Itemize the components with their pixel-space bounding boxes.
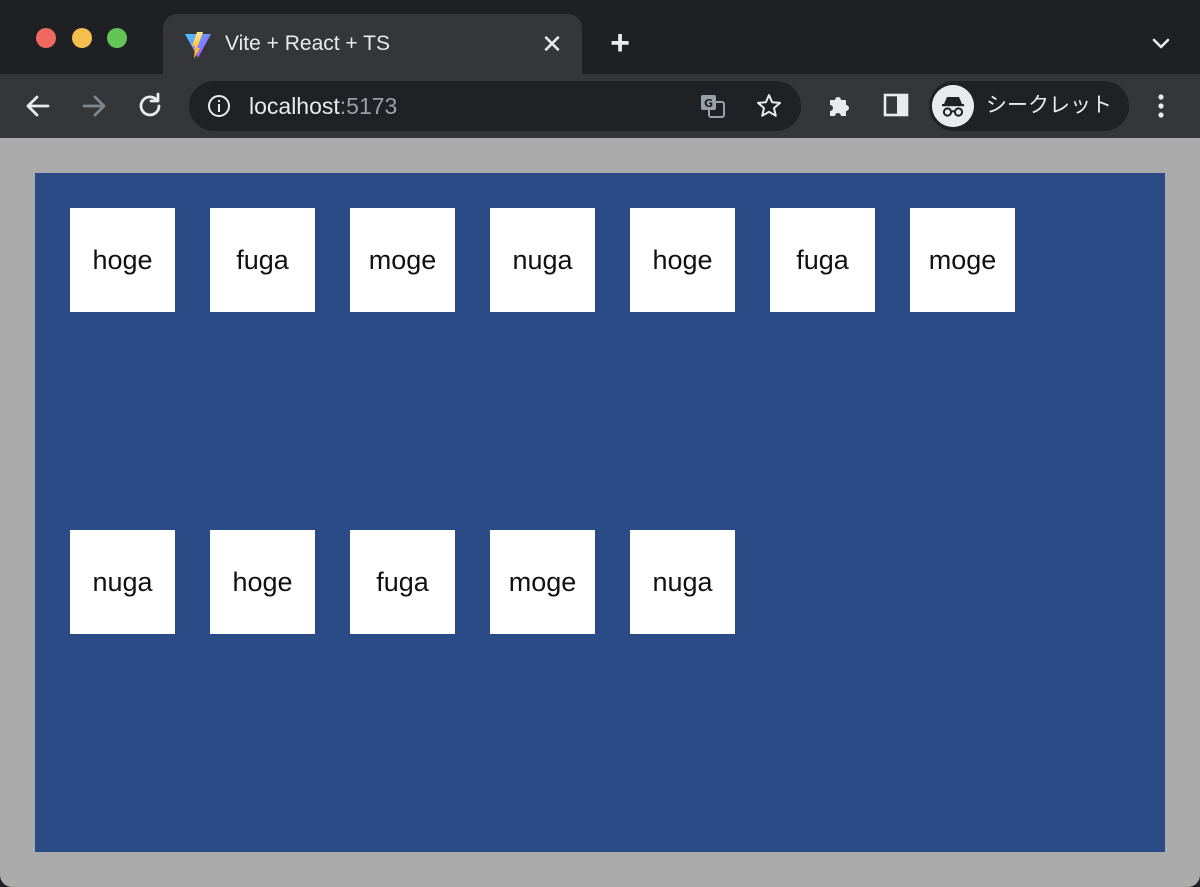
- item-card: hoge: [70, 208, 175, 312]
- url-port: :5173: [339, 93, 398, 119]
- app-container: hoge fuga moge nuga hoge fuga moge nuga …: [35, 173, 1165, 852]
- incognito-icon: [932, 85, 974, 127]
- tab-search-chevron-down-icon[interactable]: [1148, 30, 1174, 56]
- item-card: moge: [910, 208, 1015, 312]
- tab-strip: Vite + React + TS ✕ +: [0, 0, 1200, 74]
- window-close-button[interactable]: [36, 28, 56, 48]
- new-tab-plus-icon[interactable]: +: [604, 26, 636, 60]
- item-card: moge: [350, 208, 455, 312]
- page-viewport: hoge fuga moge nuga hoge fuga moge nuga …: [0, 138, 1200, 887]
- item-card: nuga: [70, 530, 175, 634]
- url-host: localhost: [249, 93, 340, 119]
- forward-arrow-icon[interactable]: [78, 90, 110, 122]
- address-bar[interactable]: localhost:5173 G: [189, 81, 801, 131]
- browser-toolbar: localhost:5173 G シークレット: [0, 74, 1200, 138]
- site-info-icon[interactable]: [207, 94, 231, 118]
- item-card: hoge: [630, 208, 735, 312]
- item-card: nuga: [490, 208, 595, 312]
- side-panel-icon[interactable]: [882, 91, 910, 119]
- item-card: fuga: [350, 530, 455, 634]
- item-grid: hoge fuga moge nuga hoge fuga moge nuga …: [70, 208, 1130, 634]
- reload-icon[interactable]: [134, 90, 166, 122]
- tab-close-icon[interactable]: ✕: [539, 31, 565, 57]
- tab-title: Vite + React + TS: [225, 32, 390, 55]
- tab-active[interactable]: Vite + React + TS ✕: [163, 14, 582, 74]
- incognito-label: シークレット: [986, 94, 1112, 117]
- url-text[interactable]: localhost:5173: [249, 91, 397, 121]
- incognito-profile-button[interactable]: シークレット: [929, 81, 1129, 131]
- window-maximize-button[interactable]: [107, 28, 127, 48]
- extensions-puzzle-icon[interactable]: [824, 90, 856, 122]
- bookmark-star-icon[interactable]: [755, 92, 783, 120]
- vite-logo-icon: [185, 32, 211, 59]
- window-minimize-button[interactable]: [72, 28, 92, 48]
- item-card: fuga: [210, 208, 315, 312]
- kebab-menu-icon[interactable]: [1148, 90, 1174, 122]
- item-card: fuga: [770, 208, 875, 312]
- item-card: moge: [490, 530, 595, 634]
- back-arrow-icon[interactable]: [22, 90, 54, 122]
- item-card: hoge: [210, 530, 315, 634]
- translate-icon[interactable]: G: [699, 92, 727, 120]
- item-card: nuga: [630, 530, 735, 634]
- svg-text:G: G: [704, 97, 713, 110]
